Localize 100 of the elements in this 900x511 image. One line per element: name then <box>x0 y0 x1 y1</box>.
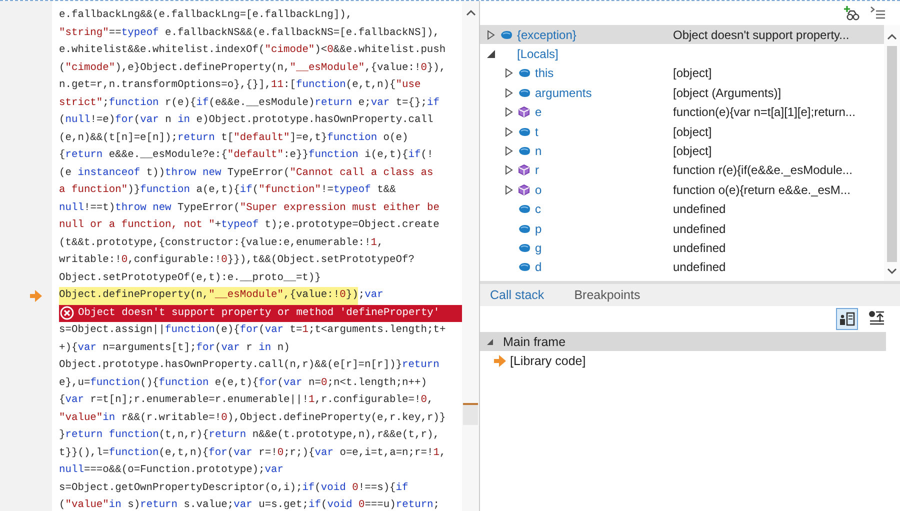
tab[interactable]: Call stack <box>490 288 544 302</box>
frame-group-row[interactable]: Main frame <box>480 332 886 351</box>
code-line: ("cimode"),e}Object.defineProperty(n,"__esModule",{value:!0}), <box>59 60 446 76</box>
collapsed-triangle-icon[interactable] <box>504 165 515 176</box>
locals-row[interactable]: {exception} Object doesn't support property... <box>480 25 884 44</box>
variable-value: [object] <box>673 144 712 158</box>
variable-name: this <box>535 66 554 80</box>
locals-row[interactable]: p undefined <box>480 218 884 238</box>
variable-name: n <box>535 144 542 158</box>
code-line: "string"==typeof e.fallbackNS&&(e.fallbackNS=[e.fallbackNS]), <box>59 26 440 40</box>
collapsed-triangle-icon[interactable] <box>504 88 515 98</box>
code-line: {return e&&e.__esModule?e:{"default":e}}function i(e,t){if(! <box>59 148 434 163</box>
code-line: t}}(),l=function(e,t,n){for(var r=!0;r;){var o=e,i=t,a=n;r=!1, <box>59 446 446 460</box>
collapsed-triangle-icon[interactable] <box>504 184 515 195</box>
frame-name: Main frame <box>503 334 566 348</box>
property-icon <box>518 224 532 234</box>
code-text: ;var <box>358 288 384 303</box>
code-line: e},u=function(){function e(e,t){for(var n=0;n<t.length;n++) <box>59 376 428 390</box>
code-line: e.whitelist&&e.whitelist.indexOf("cimode")<0&&e.whitelist.push <box>59 43 446 58</box>
variable-name: o <box>535 182 542 197</box>
variable-name: p <box>535 222 542 236</box>
locals-row[interactable]: o function o(e){return e&&e._esM... <box>480 180 884 200</box>
variable-value: function r(e){if(e&&e._esModule... <box>673 163 852 178</box>
variable-value: [object] <box>673 124 712 139</box>
code-line: s=Object.assign||function(e){for(var t=1;t<arguments.length;t+ <box>59 323 446 338</box>
property-icon <box>518 88 532 98</box>
tab[interactable]: Breakpoints <box>574 288 640 302</box>
variable-name: {exception} <box>517 28 576 42</box>
variable-value: undefined <box>673 240 726 255</box>
locals-row[interactable]: g undefined <box>480 238 884 258</box>
frame-name: [Library code] <box>510 354 586 368</box>
variable-value: undefined <box>673 260 726 274</box>
variable-value: Object doesn't support property... <box>673 28 850 42</box>
code-line: "value"in r&&(r.writable=!0),Object.defineProperty(e,r.key,r)} <box>59 410 446 426</box>
list-icon[interactable] <box>870 5 886 21</box>
variable-name: c <box>535 202 541 216</box>
variable-value: [object] <box>673 66 712 80</box>
property-icon <box>518 146 532 156</box>
scroll-down-icon[interactable] <box>887 268 897 275</box>
scrollbar[interactable] <box>462 1 479 511</box>
error-message: Object doesn't support property or method 'defineProperty' <box>78 307 440 320</box>
property-icon <box>518 68 532 78</box>
scrollbar[interactable] <box>884 25 900 281</box>
locals-row[interactable]: t [object] <box>480 122 884 142</box>
code-line: e.fallbackLng&&(e.fallbackLng=[e.fallbackLng]), <box>59 8 352 23</box>
code-line: null!==t)throw new TypeError("Super expression must either be <box>59 200 440 216</box>
scroll-marker <box>463 403 478 425</box>
expanded-triangle-icon[interactable] <box>486 49 497 60</box>
locals-row[interactable]: e function(e){var n=t[a][1][e];return... <box>480 102 884 122</box>
code-line: strict";function r(e){if(e&&e.__esModule)return e;var t={};if <box>59 96 440 110</box>
collapsed-triangle-icon[interactable] <box>504 107 515 118</box>
variable-value: function(e){var n=t[a][1][e];return... <box>673 105 856 120</box>
locals-row[interactable]: r function r(e){if(e&&e._esModule... <box>480 160 884 180</box>
method-icon <box>518 164 532 176</box>
variable-name: [Locals] <box>517 47 558 62</box>
collapsed-triangle-icon[interactable] <box>486 30 497 40</box>
code-line: (e instanceof t))throw new TypeError("Cannot call a class as <box>59 166 434 180</box>
variable-name: arguments <box>535 86 592 100</box>
collapsed-triangle-icon[interactable] <box>504 68 515 78</box>
code-line: writable:!0,configurable:!0}}),t&&(Object.setPrototypeOf? <box>59 253 414 268</box>
code-line: Object.setPrototypeOf(e,t):e.__proto__=t)} <box>59 270 321 286</box>
add-watch-icon[interactable] <box>844 5 860 21</box>
variable-name: t <box>535 124 538 139</box>
method-icon <box>518 106 532 118</box>
locals-row[interactable]: [Locals] <box>480 44 884 64</box>
variable-name: d <box>535 260 542 274</box>
error-icon <box>60 306 74 320</box>
property-icon <box>518 242 532 253</box>
code-line: +){var n=arguments[t];for(var r in n) <box>59 340 290 356</box>
variable-name: e <box>535 105 542 120</box>
locals-row[interactable]: arguments [object (Arguments)] <box>480 83 884 103</box>
scroll-up-icon[interactable] <box>466 9 476 16</box>
code-line: {var r=t[n];r.enumerable=r.enumerable||!1,r.configurable=!0, <box>59 393 434 408</box>
code-line: ("value"in s)return s.value;var u=s.get;if(void 0===u)return; <box>59 498 440 511</box>
variable-value: undefined <box>673 202 726 216</box>
code-line: null===o&&(o=Function.prototype);var <box>59 463 284 478</box>
method-icon <box>518 184 532 196</box>
locals-row[interactable]: d undefined <box>480 258 884 278</box>
property-icon <box>500 30 514 40</box>
code-line: (t&&t.prototype,{constructor:{value:e,enumerable:!1, <box>59 236 384 250</box>
frame-icon[interactable] <box>836 308 858 330</box>
scroll-thumb[interactable] <box>887 46 897 262</box>
variable-name: r <box>535 163 539 178</box>
code-line: (null!=e)for(var n in e)Object.prototype.hasOwnProperty.call <box>59 113 434 128</box>
code-line: null or a function, not "+typeof t);e.prototype=Object.create <box>59 218 440 233</box>
property-icon <box>518 262 532 272</box>
locals-row[interactable]: this [object] <box>480 64 884 84</box>
scroll-up-icon[interactable] <box>887 33 897 40</box>
collapsed-triangle-icon[interactable] <box>504 126 515 137</box>
locals-row[interactable]: n [object] <box>480 141 884 161</box>
locals-row[interactable]: c undefined <box>480 200 884 219</box>
code-line: Object.prototype.hasOwnProperty.call(n,r)&&(e[r]=n[r])}return <box>59 358 440 373</box>
collapsed-triangle-icon[interactable] <box>504 146 515 156</box>
property-icon <box>518 126 532 137</box>
stack-frame[interactable]: [Library code] <box>480 351 900 371</box>
variable-value: function o(e){return e&&e._esM... <box>673 182 850 197</box>
code-line: a function")}function a(e,t){if("function"!=typeof t&& <box>59 183 396 198</box>
variable-value: undefined <box>673 222 726 236</box>
code-line: n.get=r,n.transformOptions=o},{}],11:[function(e,t,n){"use <box>59 78 421 93</box>
code-line: }return function(t,n,r){return n&&e(t.prototype,n),r&&e(t,r), <box>59 428 440 443</box>
